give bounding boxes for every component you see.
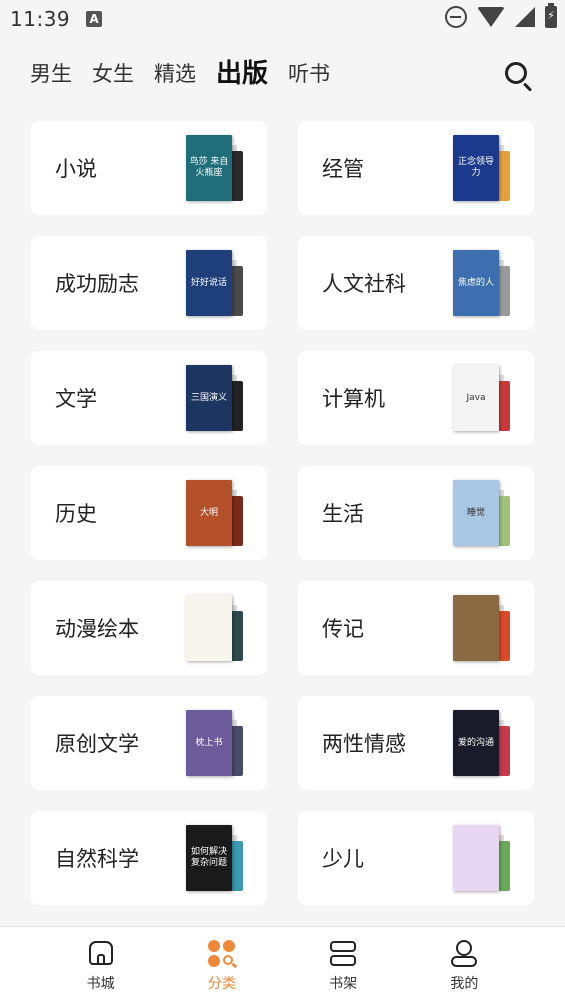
nav-profile[interactable]: 我的 [434,939,494,993]
nav-home[interactable]: 书城 [71,939,131,993]
book-cover-image: 大明 [186,480,243,546]
category-label: 自然科学 [55,847,139,871]
book-cover-title: 鸟莎 来自 火瓶座 [186,135,232,201]
category-label: 两性情感 [322,732,406,756]
category-label: 经管 [322,157,364,181]
book-cover-title: 爱的沟通 [453,710,499,776]
category-label: 原创文学 [55,732,139,756]
book-cover-title: 正念领导力 [453,135,499,201]
tab-female[interactable]: 女生 [92,50,134,98]
book-cover-image: 鸟莎 来自 火瓶座 [186,135,243,201]
book-cover-title [186,595,232,661]
book-cover-image [453,595,510,661]
profile-icon [449,939,479,969]
book-cover-image: 焦虑的人 [453,250,510,316]
book-cover-image: Java [453,365,510,431]
home-icon [86,939,116,969]
category-tabs: 男生 女生 精选 出版 听书 [0,50,565,98]
tab-featured[interactable]: 精选 [154,50,196,98]
category-icon [207,939,237,969]
book-cover-image: 睡觉 [453,480,510,546]
book-cover-title: 焦虑的人 [453,250,499,316]
category-card[interactable]: 少儿 [298,811,534,905]
tab-published[interactable]: 出版 [216,50,268,98]
book-cover-title: 大明 [186,480,232,546]
book-cover-title [453,825,499,891]
category-grid: 小说 鸟莎 来自 火瓶座 经管 正念领导力成功励志 好好说话 人文社科 焦虑的人文学 三国演义… [31,121,534,905]
category-label: 少儿 [322,847,364,871]
category-label: 历史 [55,502,97,526]
category-card[interactable]: 文学 三国演义 [31,351,267,445]
battery-charging-icon [545,3,557,28]
category-card[interactable]: 经管 正念领导力 [298,121,534,215]
search-button[interactable] [503,60,535,92]
category-card[interactable]: 自然科学 如何解决 复杂问题 [31,811,267,905]
nav-category[interactable]: 分类 [192,939,252,993]
category-label: 生活 [322,502,364,526]
cell-signal-icon [515,7,535,27]
category-card[interactable]: 成功励志 好好说话 [31,236,267,330]
status-bar: 11:39 A [0,0,565,38]
notification-badge: A [86,11,103,27]
book-cover-title: 三国演义 [186,365,232,431]
bottom-nav: 书城 分类 书架 我的 [0,926,565,1004]
book-cover-title: 好好说话 [186,250,232,316]
category-label: 动漫绘本 [55,617,139,641]
category-label: 人文社科 [322,272,406,296]
tab-male[interactable]: 男生 [30,50,72,98]
category-card[interactable]: 传记 [298,581,534,675]
book-cover-image [453,825,510,891]
nav-label: 分类 [207,975,236,992]
category-card[interactable]: 计算机 Java [298,351,534,445]
category-card[interactable]: 动漫绘本 [31,581,267,675]
category-label: 文学 [55,387,97,411]
category-card[interactable]: 两性情感 爱的沟通 [298,696,534,790]
category-card[interactable]: 小说 鸟莎 来自 火瓶座 [31,121,267,215]
book-cover-image: 如何解决 复杂问题 [186,825,243,891]
category-card[interactable]: 生活 睡觉 [298,466,534,560]
book-cover-title: Java [453,365,499,431]
book-cover-image [186,595,243,661]
category-card[interactable]: 原创文学 枕上书 [31,696,267,790]
book-cover-title: 睡觉 [453,480,499,546]
book-cover-image: 枕上书 [186,710,243,776]
status-time: 11:39 [10,7,71,31]
book-cover-title [453,595,499,661]
category-label: 传记 [322,617,364,641]
nav-bookshelf[interactable]: 书架 [313,939,373,993]
do-not-disturb-icon [445,6,467,28]
book-cover-image: 好好说话 [186,250,243,316]
book-cover-image: 三国演义 [186,365,243,431]
book-cover-title: 如何解决 复杂问题 [186,825,232,891]
category-label: 计算机 [322,387,385,411]
book-cover-image: 正念领导力 [453,135,510,201]
nav-label: 书架 [329,975,358,992]
category-label: 成功励志 [55,272,139,296]
tab-audiobook[interactable]: 听书 [288,50,330,98]
book-cover-image: 爱的沟通 [453,710,510,776]
search-icon [505,62,527,84]
nav-label: 书城 [86,975,115,992]
bookshelf-icon [328,939,358,969]
wifi-icon [477,7,505,27]
category-card[interactable]: 人文社科 焦虑的人 [298,236,534,330]
status-icons [445,3,557,28]
nav-label: 我的 [450,975,479,992]
book-cover-title: 枕上书 [186,710,232,776]
category-label: 小说 [55,157,97,181]
category-card[interactable]: 历史 大明 [31,466,267,560]
